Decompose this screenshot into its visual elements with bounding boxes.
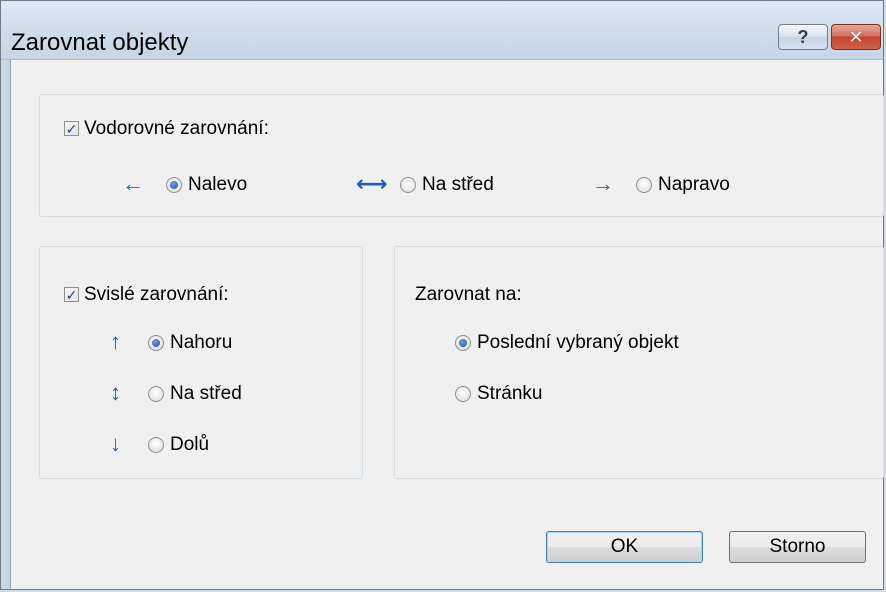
help-icon: ? (797, 26, 809, 47)
close-button[interactable]: ✕ (831, 24, 881, 50)
check-icon: ✓ (65, 286, 78, 303)
window-frame-edge (1, 60, 10, 589)
dialog-content: ✓ Vodorovné zarovnání: ← Nalevo ⟷ Na stř… (10, 60, 884, 589)
radio-vertical-top-label[interactable]: Nahoru (170, 332, 232, 354)
vertical-center-icon: ↕ (110, 380, 121, 405)
radio-align-last-selected-label[interactable]: Poslední vybraný objekt (477, 332, 679, 354)
window-title: Zarovnat objekty (11, 29, 189, 56)
check-icon: ✓ (65, 120, 78, 137)
horizontal-align-checkbox[interactable]: ✓ (64, 121, 79, 136)
title-bar[interactable]: Zarovnat objekty ? ✕ (1, 1, 883, 60)
radio-vertical-bottom[interactable] (148, 437, 164, 453)
arrow-right-icon: → (592, 171, 614, 196)
radio-align-last-selected[interactable] (455, 335, 471, 351)
arrow-down-icon: ↓ (110, 431, 121, 456)
radio-horizontal-right-label[interactable]: Napravo (658, 174, 730, 196)
radio-align-page-label[interactable]: Stránku (477, 383, 542, 405)
vertical-align-checkbox[interactable]: ✓ (64, 287, 79, 302)
radio-vertical-bottom-label[interactable]: Dolů (170, 434, 209, 456)
cancel-button[interactable]: Storno (729, 531, 866, 563)
radio-horizontal-center-label[interactable]: Na střed (422, 174, 494, 196)
horizontal-center-icon: ⟷ (356, 171, 388, 196)
radio-horizontal-left[interactable] (166, 177, 182, 193)
arrow-left-icon: ← (122, 171, 144, 196)
radio-vertical-top[interactable] (148, 335, 164, 351)
radio-vertical-center-label[interactable]: Na střed (170, 383, 242, 405)
horizontal-align-group: ✓ Vodorovné zarovnání: ← Nalevo ⟷ Na stř… (39, 94, 884, 217)
arrow-up-icon: ↑ (110, 329, 121, 354)
vertical-align-label: Svislé zarovnání: (84, 284, 229, 305)
radio-horizontal-right[interactable] (636, 177, 652, 193)
ok-button[interactable]: OK (546, 531, 703, 563)
radio-vertical-center[interactable] (148, 386, 164, 402)
radio-horizontal-center[interactable] (400, 177, 416, 193)
align-to-group: Zarovnat na: Poslední vybraný objekt Str… (394, 246, 884, 479)
align-to-heading: Zarovnat na: (415, 284, 522, 305)
close-icon: ✕ (848, 26, 864, 47)
help-button[interactable]: ? (778, 24, 828, 50)
vertical-align-group: ✓ Svislé zarovnání: ↑ Nahoru ↕ Na střed … (39, 246, 363, 479)
radio-align-page[interactable] (455, 386, 471, 402)
horizontal-align-label: Vodorovné zarovnání: (84, 118, 269, 139)
dialog-window: Zarovnat objekty ? ✕ ✓ Vodorovné zarovná… (0, 0, 884, 590)
radio-horizontal-left-label[interactable]: Nalevo (188, 174, 247, 196)
